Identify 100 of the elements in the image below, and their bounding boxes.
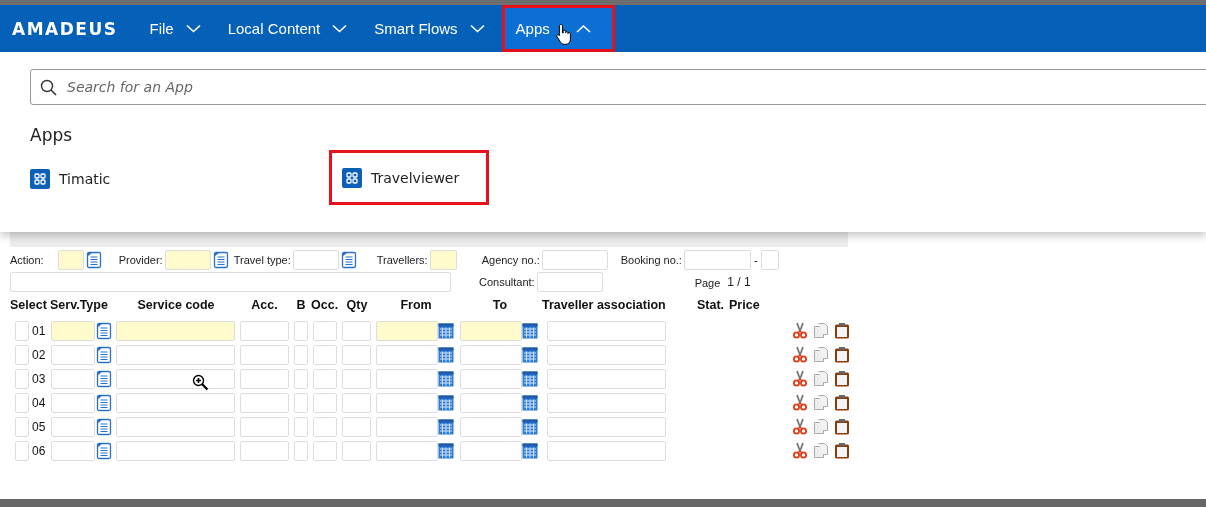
- input-field[interactable]: [294, 345, 308, 365]
- input-field[interactable]: [164, 250, 211, 270]
- select-checkbox[interactable]: [15, 441, 29, 461]
- scissors-icon[interactable]: [792, 418, 808, 436]
- list-icon[interactable]: [96, 418, 112, 436]
- input-field[interactable]: [294, 417, 308, 437]
- input-field[interactable]: [313, 345, 337, 365]
- select-checkbox[interactable]: [15, 393, 29, 413]
- input-field[interactable]: [116, 441, 235, 461]
- input-field[interactable]: [51, 417, 95, 437]
- input-field[interactable]: [51, 345, 95, 365]
- nav-menu-item[interactable]: Smart Flows: [364, 5, 495, 52]
- select-checkbox[interactable]: [15, 417, 29, 437]
- select-checkbox[interactable]: [15, 345, 29, 365]
- nav-menu-item[interactable]: Apps: [501, 5, 615, 52]
- input-field[interactable]: [342, 345, 371, 365]
- input-field[interactable]: [376, 369, 438, 389]
- list-icon[interactable]: [96, 370, 112, 388]
- search-icon[interactable]: [40, 79, 57, 96]
- input-field[interactable]: [460, 441, 522, 461]
- copy-icon[interactable]: [813, 346, 829, 364]
- list-icon[interactable]: [96, 442, 112, 460]
- input-field[interactable]: [376, 321, 438, 341]
- app-item[interactable]: Travelviewer: [329, 150, 490, 205]
- input-field[interactable]: [240, 369, 289, 389]
- clipboard-icon[interactable]: [834, 346, 850, 364]
- input-field[interactable]: [116, 345, 235, 365]
- input-field[interactable]: [547, 345, 666, 365]
- calendar-icon[interactable]: [522, 322, 538, 340]
- input-field[interactable]: [683, 250, 751, 270]
- calendar-icon[interactable]: [438, 394, 454, 412]
- calendar-icon[interactable]: [438, 370, 454, 388]
- input-field[interactable]: [342, 393, 371, 413]
- list-icon[interactable]: [96, 394, 112, 412]
- input-field[interactable]: [10, 272, 451, 292]
- input-field[interactable]: [376, 393, 438, 413]
- calendar-icon[interactable]: [438, 442, 454, 460]
- scissors-icon[interactable]: [792, 442, 808, 460]
- input-field[interactable]: [313, 393, 337, 413]
- input-field[interactable]: [313, 321, 337, 341]
- input-field[interactable]: [541, 250, 608, 270]
- list-icon[interactable]: [212, 251, 229, 269]
- calendar-icon[interactable]: [522, 442, 538, 460]
- input-field[interactable]: [460, 417, 522, 437]
- input-field[interactable]: [240, 417, 289, 437]
- input-field[interactable]: [547, 393, 666, 413]
- scissors-icon[interactable]: [792, 322, 808, 340]
- input-field[interactable]: [342, 321, 371, 341]
- input-field[interactable]: [116, 417, 235, 437]
- input-field[interactable]: [51, 441, 95, 461]
- clipboard-icon[interactable]: [834, 418, 850, 436]
- copy-icon[interactable]: [813, 370, 829, 388]
- input-field[interactable]: [292, 250, 339, 270]
- scissors-icon[interactable]: [792, 346, 808, 364]
- copy-icon[interactable]: [813, 442, 829, 460]
- calendar-icon[interactable]: [522, 394, 538, 412]
- scissors-icon[interactable]: [792, 370, 808, 388]
- input-field[interactable]: [547, 369, 666, 389]
- input-field[interactable]: [116, 369, 235, 389]
- list-icon[interactable]: [96, 322, 112, 340]
- select-checkbox[interactable]: [15, 321, 29, 341]
- calendar-icon[interactable]: [522, 370, 538, 388]
- input-field[interactable]: [240, 321, 289, 341]
- input-field[interactable]: [460, 321, 522, 341]
- calendar-icon[interactable]: [438, 322, 454, 340]
- calendar-icon[interactable]: [438, 346, 454, 364]
- input-field[interactable]: [429, 250, 457, 270]
- input-field[interactable]: [116, 321, 235, 341]
- input-field[interactable]: [240, 441, 289, 461]
- clipboard-icon[interactable]: [834, 370, 850, 388]
- scissors-icon[interactable]: [792, 394, 808, 412]
- input-field[interactable]: [51, 321, 95, 341]
- input-field[interactable]: [342, 441, 371, 461]
- input-field[interactable]: [342, 369, 371, 389]
- nav-menu-item[interactable]: File: [139, 5, 211, 52]
- list-icon[interactable]: [85, 251, 102, 269]
- input-field[interactable]: [760, 250, 779, 270]
- input-field[interactable]: [547, 417, 666, 437]
- input-field[interactable]: [342, 417, 371, 437]
- input-field[interactable]: [460, 345, 522, 365]
- search-field[interactable]: Search for an App: [30, 69, 1206, 105]
- calendar-icon[interactable]: [438, 418, 454, 436]
- input-field[interactable]: [376, 345, 438, 365]
- copy-icon[interactable]: [813, 322, 829, 340]
- clipboard-icon[interactable]: [834, 394, 850, 412]
- app-item[interactable]: Timatic: [27, 161, 332, 196]
- input-field[interactable]: [460, 393, 522, 413]
- copy-icon[interactable]: [813, 394, 829, 412]
- input-field[interactable]: [536, 272, 603, 292]
- clipboard-icon[interactable]: [834, 322, 850, 340]
- select-checkbox[interactable]: [15, 369, 29, 389]
- input-field[interactable]: [240, 345, 289, 365]
- calendar-icon[interactable]: [522, 346, 538, 364]
- input-field[interactable]: [51, 369, 95, 389]
- input-field[interactable]: [313, 369, 337, 389]
- input-field[interactable]: [313, 441, 337, 461]
- input-field[interactable]: [116, 393, 235, 413]
- list-icon[interactable]: [96, 346, 112, 364]
- input-field[interactable]: [57, 250, 84, 270]
- input-field[interactable]: [294, 441, 308, 461]
